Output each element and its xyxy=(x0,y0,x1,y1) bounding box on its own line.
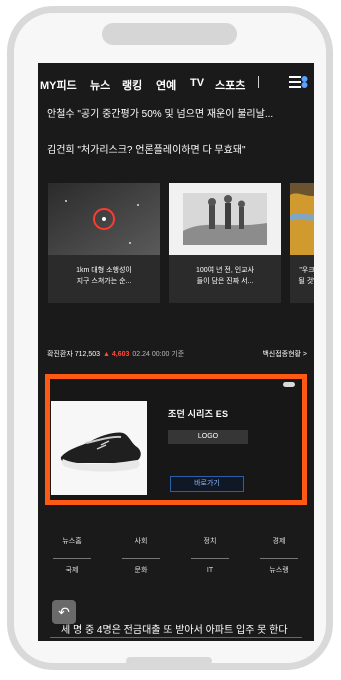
ad-cta-button[interactable]: 바로가기 xyxy=(170,476,244,492)
category-it[interactable]: IT xyxy=(176,561,244,581)
news-card-1[interactable]: 1km 대형 소행성이 지구 스쳐가는 순... xyxy=(48,183,160,303)
nav-tab-my-feed[interactable]: MY피드 xyxy=(40,77,77,93)
nav-tab-tv[interactable]: TV xyxy=(190,77,204,89)
card-title-2: 100여 년 전, 인교사 들이 담은 진짜 서... xyxy=(195,267,255,285)
category-divider xyxy=(260,558,298,559)
nav-tab-sports[interactable]: 스포츠 xyxy=(215,77,245,93)
category-society[interactable]: 사회 xyxy=(107,532,175,552)
card-image-2 xyxy=(169,183,281,255)
ad-toggle-icon[interactable] xyxy=(283,382,295,387)
category-divider xyxy=(53,558,91,559)
news-card-3[interactable]: "우크 될 것" xyxy=(290,183,314,303)
ad-logo: LOGO xyxy=(168,430,248,444)
menu-icon[interactable] xyxy=(288,75,308,89)
news-card-2[interactable]: 100여 년 전, 인교사 들이 담은 진짜 서... xyxy=(169,183,281,303)
category-divider xyxy=(191,558,229,559)
headline-2[interactable]: 김건희 "처가리스크? 언론플레이하면 다 무효돼" xyxy=(47,141,309,156)
card-title-1: 1km 대형 소행성이 지구 스쳐가는 순... xyxy=(76,267,132,285)
nav-separator xyxy=(258,76,259,88)
bottom-divider xyxy=(50,637,302,638)
card-title-3: "우크 될 것" xyxy=(298,267,314,285)
category-economy[interactable]: 경제 xyxy=(245,532,313,552)
headline-1[interactable]: 안철수 "공기 중간평가 50% 및 넘으면 재운이 불리날... xyxy=(47,105,309,120)
nav-tab-ranking[interactable]: 랭킹 xyxy=(122,77,142,93)
top-navigation: MY피드 뉴스 랭킹 연예 TV 스포츠 xyxy=(38,63,314,101)
category-news-ranking[interactable]: 뉴스랭 xyxy=(245,561,313,581)
ad-title[interactable]: 조던 시리즈 ES xyxy=(168,407,228,420)
category-culture[interactable]: 문화 xyxy=(107,561,175,581)
nav-tab-news[interactable]: 뉴스 xyxy=(90,77,110,93)
category-divider xyxy=(122,558,160,559)
category-news-home[interactable]: 뉴스홈 xyxy=(38,532,106,552)
app-screen: MY피드 뉴스 랭킹 연예 TV 스포츠 안철수 "공기 중간평가 50% 및 … xyxy=(38,63,314,641)
phone-frame: MY피드 뉴스 랭킹 연예 TV 스포츠 안철수 "공기 중간평가 50% 및 … xyxy=(7,6,333,670)
card-image-1 xyxy=(48,183,160,255)
category-grid: 뉴스홈 사회 정치 경제 국제 문화 IT 뉴스랭 xyxy=(38,532,314,590)
phone-speaker xyxy=(102,23,237,45)
covid-ticker[interactable]: 확진환자 712,503 ▲ 4,603 02.24 00:00 기준 백신접종현황… xyxy=(47,349,307,363)
nav-tab-entertainment[interactable]: 연예 xyxy=(156,77,176,93)
vaccination-link[interactable]: 백신접종현황 > xyxy=(262,349,307,359)
category-politics[interactable]: 정치 xyxy=(176,532,244,552)
category-world[interactable]: 국제 xyxy=(38,561,106,581)
card-image-3 xyxy=(290,183,314,255)
ticker-date: 02.24 00:00 기준 xyxy=(132,351,185,358)
ticker-delta: ▲ 4,603 xyxy=(103,351,130,358)
home-indicator xyxy=(126,657,212,663)
ticker-left-label: 확진환자 712,503 xyxy=(47,351,101,358)
shoe-image[interactable] xyxy=(51,401,147,495)
bottom-headline[interactable]: 세 명 중 4명은 전금대출 또 받아서 아파트 입주 못 한다 xyxy=(61,621,311,636)
